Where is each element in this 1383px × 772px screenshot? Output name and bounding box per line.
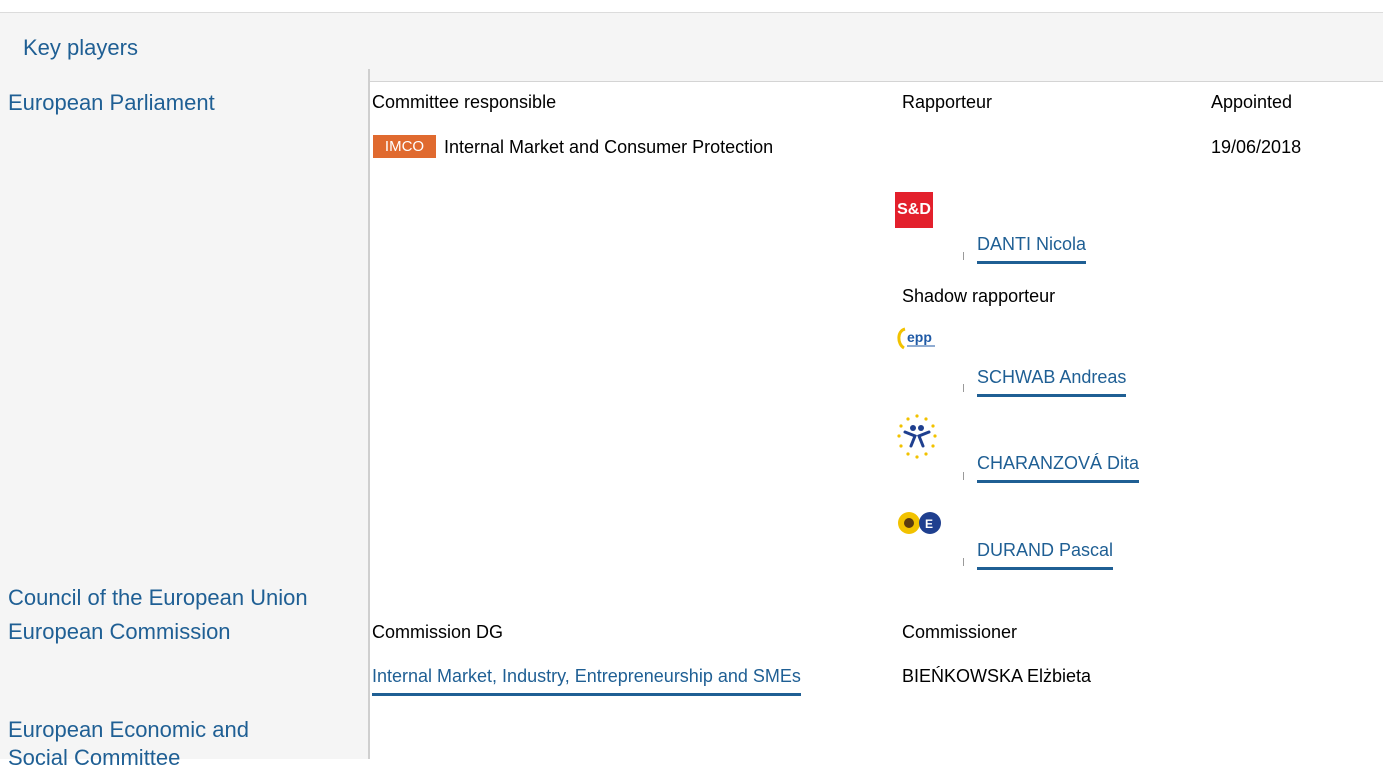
logo-tick: [963, 558, 964, 566]
panel-title: Key players: [23, 35, 138, 60]
commissioner-name: BIEŃKOWSKA Elżbieta: [902, 666, 1092, 686]
sd-group-logo: S&D: [895, 192, 933, 228]
shadow-link-charanzova[interactable]: CHARANZOVÁ Dita: [977, 453, 1140, 483]
shadow-link-durand[interactable]: DURAND Pascal: [977, 540, 1114, 570]
header-appointed: Appointed: [1211, 92, 1293, 112]
logo-tick: [963, 252, 964, 260]
greens-efa-logo-icon: E: [895, 508, 945, 538]
column-divider: [368, 69, 370, 759]
institution-european-commission[interactable]: European Commission: [8, 618, 231, 646]
logo-tick: [963, 384, 964, 392]
shadow-rapporteur-label: Shadow rapporteur: [902, 286, 1056, 306]
epp-logo-icon: epp: [895, 326, 943, 352]
institution-european-parliament[interactable]: European Parliament: [8, 89, 215, 117]
institution-eesc-line2: Social Committee: [8, 745, 181, 770]
institution-eesc[interactable]: European Economic and Social Committee: [8, 716, 249, 772]
logo-tick: [963, 472, 964, 480]
header-rapporteur: Rapporteur: [902, 92, 993, 112]
alde-logo-icon: [893, 412, 941, 468]
header-commission-dg: Commission DG: [372, 622, 504, 642]
header-committee-responsible: Committee responsible: [372, 92, 557, 112]
institutions-column: [0, 69, 368, 759]
appointed-date: 19/06/2018: [1211, 137, 1302, 157]
institution-eesc-line1: European Economic and: [8, 717, 249, 742]
rapporteur-link-danti[interactable]: DANTI Nicola: [977, 234, 1087, 264]
committee-badge[interactable]: IMCO: [373, 135, 436, 158]
commission-dg-link[interactable]: Internal Market, Industry, Entrepreneurs…: [372, 666, 801, 696]
svg-text:E: E: [925, 517, 933, 531]
committee-name: Internal Market and Consumer Protection: [444, 137, 774, 157]
shadow-link-schwab[interactable]: SCHWAB Andreas: [977, 367, 1127, 397]
institution-council[interactable]: Council of the European Union: [8, 584, 308, 612]
svg-text:epp: epp: [907, 329, 932, 345]
header-commissioner: Commissioner: [902, 622, 1018, 642]
